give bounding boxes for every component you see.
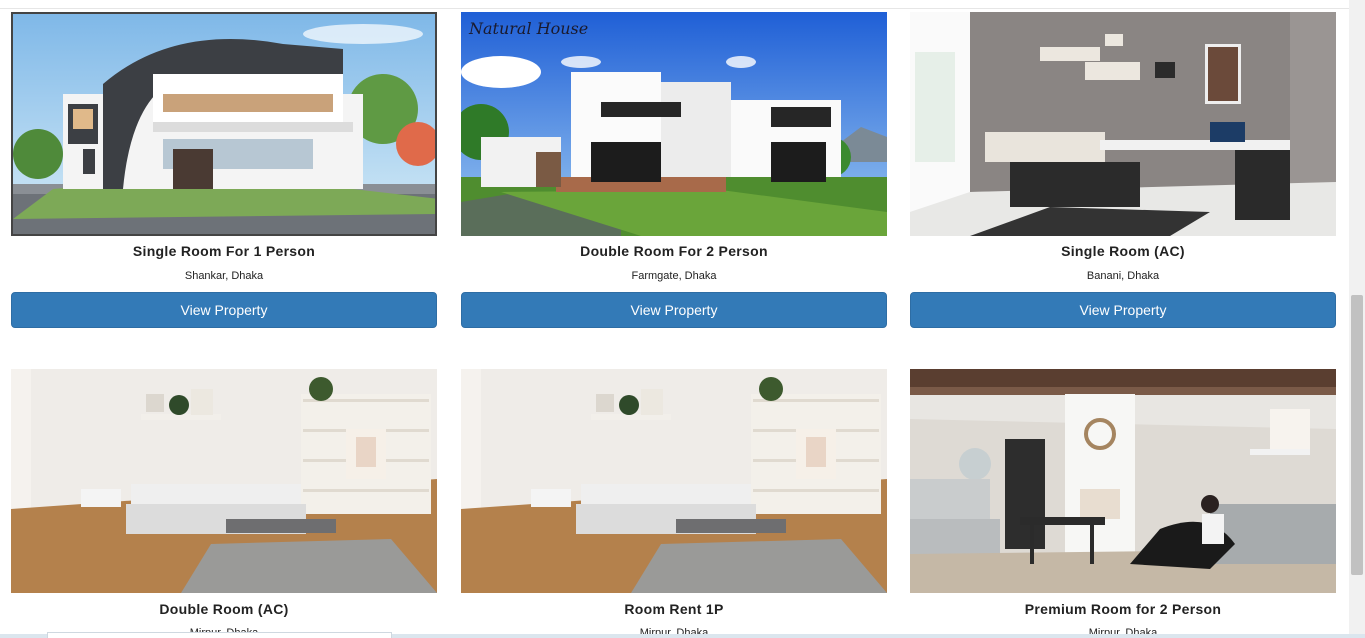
- property-image[interactable]: [910, 12, 1336, 236]
- property-card: Room Rent 1P Mirpur, Dhaka: [461, 369, 887, 638]
- property-card: Premium Room for 2 Person Mirpur, Dhaka: [910, 369, 1336, 638]
- property-location: Farmgate, Dhaka: [631, 270, 717, 282]
- property-image[interactable]: Natural House: [461, 12, 887, 236]
- scrollbar-thumb[interactable]: [1351, 295, 1363, 575]
- view-property-button[interactable]: View Property: [910, 292, 1336, 328]
- property-card: Natural House Double Room For 2 Person F…: [461, 12, 887, 332]
- property-title: Double Room (AC): [159, 601, 289, 617]
- bedroom-desk-photo: [910, 12, 1336, 236]
- loft-living-room-photo: [910, 369, 1336, 593]
- property-card: Single Room For 1 Person Shankar, Dhaka …: [11, 12, 437, 332]
- property-image[interactable]: [11, 369, 437, 593]
- white-house-photo: Natural House: [461, 12, 887, 236]
- property-title: Double Room For 2 Person: [580, 243, 768, 259]
- bedroom-shelves-photo: [11, 369, 437, 593]
- property-title: Premium Room for 2 Person: [1024, 601, 1222, 617]
- property-title: Single Room For 1 Person: [132, 243, 316, 259]
- page: Single Room For 1 Person Shankar, Dhaka …: [0, 0, 1365, 638]
- property-title: Room Rent 1P: [624, 601, 724, 617]
- property-grid: Single Room For 1 Person Shankar, Dhaka …: [0, 0, 1349, 638]
- property-image[interactable]: [910, 369, 1336, 593]
- bedroom-shelves-photo: [461, 369, 887, 593]
- property-image[interactable]: [461, 369, 887, 593]
- property-location: Banani, Dhaka: [1086, 270, 1160, 282]
- property-card: Double Room (AC) Mirpur, Dhaka: [11, 369, 437, 638]
- property-location: Shankar, Dhaka: [184, 270, 264, 282]
- view-property-button[interactable]: View Property: [461, 292, 887, 328]
- property-image[interactable]: [11, 12, 437, 236]
- bottom-panel: [47, 632, 392, 638]
- property-card: Single Room (AC) Banani, Dhaka View Prop…: [910, 12, 1336, 332]
- modern-villa-photo: [13, 14, 435, 234]
- view-property-button[interactable]: View Property: [11, 292, 437, 328]
- image-watermark: Natural House: [468, 19, 588, 38]
- property-title: Single Room (AC): [1061, 243, 1185, 259]
